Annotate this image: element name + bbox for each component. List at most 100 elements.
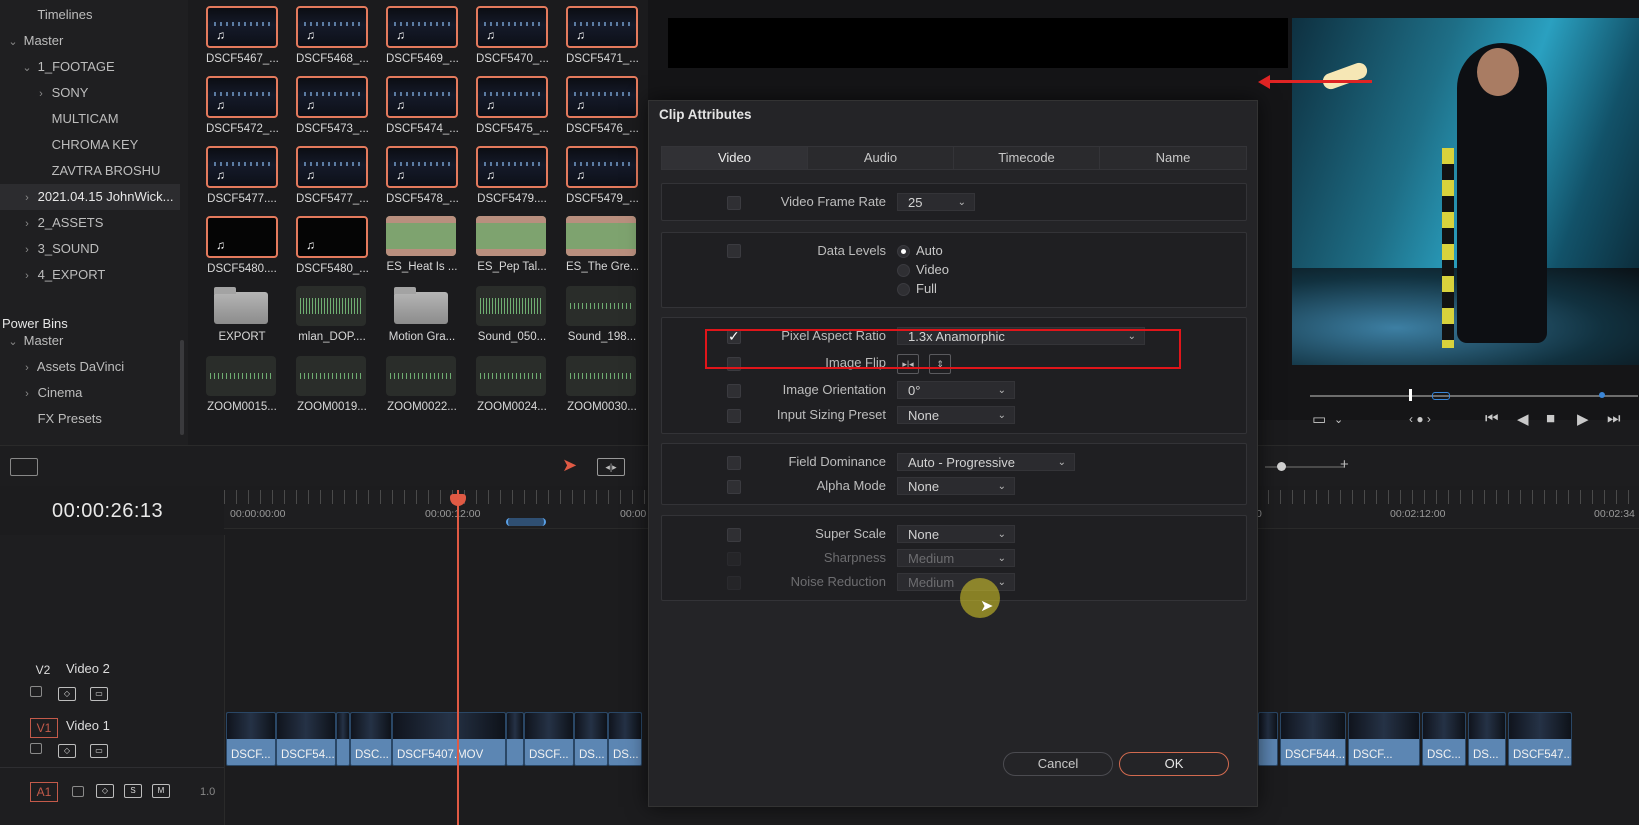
bin-item[interactable]: › 4_EXPORT	[0, 262, 180, 288]
scrub-playhead[interactable]	[1409, 389, 1412, 401]
super-scale-dropdown[interactable]: None ⌄	[897, 525, 1015, 543]
media-pool-clip[interactable]: ♫ DSCF5467_...	[206, 6, 278, 65]
zoom-in-icon[interactable]: +	[1340, 456, 1349, 473]
timeline-clip[interactable]: DS...	[608, 712, 642, 766]
auto-select-icon[interactable]: ◇	[58, 687, 76, 701]
track-a1-tag[interactable]: A1	[30, 782, 58, 802]
tab-audio[interactable]: Audio	[808, 147, 954, 169]
skip-to-start-icon[interactable]: ⏮	[1485, 410, 1499, 427]
timeline-clip[interactable]: DSC...	[350, 712, 392, 766]
media-pool-clip[interactable]: ES_Pep Tal...	[476, 216, 548, 273]
lock-icon[interactable]	[72, 786, 84, 797]
media-pool-clip[interactable]: ES_The Gre...	[566, 216, 638, 273]
range-marker[interactable]	[506, 518, 546, 526]
bin-item[interactable]: MULTICAM	[0, 106, 180, 132]
media-pool-clip[interactable]: ZOOM0030...	[566, 356, 638, 413]
bin-tree-scrollbar[interactable]	[180, 340, 184, 435]
frame-rate-dropdown[interactable]: 25 ⌄	[897, 193, 975, 211]
disable-track-icon[interactable]: ▭	[90, 744, 108, 758]
bin-item[interactable]: › 2021.04.15 JohnWick...	[0, 184, 180, 210]
media-pool-clip[interactable]: ♫ DSCF5468_...	[296, 6, 368, 65]
track-v1-name[interactable]: Video 1	[66, 718, 110, 733]
chevron-down-icon[interactable]: ⌄	[1334, 413, 1343, 426]
chevron-down-icon[interactable]: ⌄	[6, 329, 20, 355]
chevron-right-icon[interactable]: ›	[20, 381, 34, 407]
bin-item[interactable]: ⌄ Master	[0, 328, 180, 354]
zoom-slider-handle[interactable]	[1277, 462, 1286, 471]
disable-track-icon[interactable]: ▭	[90, 687, 108, 701]
timeline-clip[interactable]: DS...	[574, 712, 608, 766]
transform-icon[interactable]: ▭	[1312, 410, 1326, 428]
timeline-clip[interactable]: DSCF...	[226, 712, 276, 766]
timeline-clip[interactable]: DS...	[1468, 712, 1506, 766]
media-pool-clip[interactable]: ZOOM0019...	[296, 356, 368, 413]
media-pool-clip[interactable]: Sound_198...	[566, 286, 638, 343]
chevron-down-icon[interactable]: ⌄	[6, 29, 20, 55]
media-pool-clip[interactable]: ♫ DSCF5477_...	[296, 146, 368, 205]
tab-video[interactable]: Video	[662, 147, 808, 169]
out-marker[interactable]	[1599, 392, 1605, 398]
timeline-clip[interactable]: DSCF54...	[276, 712, 336, 766]
bin-item[interactable]: ⌄ Master	[0, 28, 180, 54]
media-pool-clip[interactable]: ♫ DSCF5479_...	[566, 146, 638, 205]
auto-select-icon[interactable]: ◇	[96, 784, 114, 798]
solo-button[interactable]: S	[124, 784, 142, 798]
media-pool-clip[interactable]: ZOOM0024...	[476, 356, 548, 413]
media-pool-clip[interactable]: ♫ DSCF5477....	[206, 146, 278, 205]
skip-to-end-icon[interactable]: ⏭	[1607, 410, 1621, 427]
media-pool-clip[interactable]: ♫ DSCF5472_...	[206, 76, 278, 135]
ok-button[interactable]: OK	[1119, 752, 1229, 776]
playhead[interactable]	[457, 490, 459, 825]
selection-pointer-icon[interactable]: ➤	[562, 455, 577, 476]
chevron-right-icon[interactable]: ›	[20, 237, 34, 263]
nav-prev-next-icon[interactable]: ‹ ● ›	[1409, 412, 1431, 426]
timeline-clip[interactable]: DSCF547...	[1508, 712, 1572, 766]
bin-item[interactable]: › SONY	[0, 80, 180, 106]
track-v2-name[interactable]: Video 2	[66, 661, 110, 676]
chevron-right-icon[interactable]: ›	[20, 211, 34, 237]
bin-item[interactable]: › Assets DaVinci	[0, 354, 180, 380]
bin-item[interactable]: › Cinema	[0, 380, 180, 406]
timeline-clip[interactable]	[1258, 712, 1278, 766]
timeline-clip[interactable]: DSCF5407.MOV	[392, 712, 506, 766]
media-pool-clip[interactable]: ♫ DSCF5478_...	[386, 146, 458, 205]
timeline-clip[interactable]: DSCF...	[524, 712, 574, 766]
bin-item[interactable]: CHROMA KEY	[0, 132, 180, 158]
in-out-range[interactable]	[1432, 392, 1450, 400]
data-levels-full-radio[interactable]	[897, 283, 910, 296]
media-pool-clip[interactable]: ♫ DSCF5475_...	[476, 76, 548, 135]
media-pool-clip[interactable]: Sound_050...	[476, 286, 548, 343]
track-v2-tag[interactable]: V2	[30, 661, 56, 679]
media-pool-clip[interactable]: ♫ DSCF5470_...	[476, 6, 548, 65]
cancel-button[interactable]: Cancel	[1003, 752, 1113, 776]
chevron-right-icon[interactable]: ›	[20, 355, 34, 381]
media-pool-clip[interactable]: EXPORT	[206, 286, 278, 343]
timeline-clip[interactable]: DSCF544...	[1280, 712, 1346, 766]
media-pool-clip[interactable]: ♫ DSCF5469_...	[386, 6, 458, 65]
play-icon[interactable]: ▶	[1577, 410, 1589, 428]
media-pool-clip[interactable]: ZOOM0015...	[206, 356, 278, 413]
auto-select-icon[interactable]: ◇	[58, 744, 76, 758]
timeline-view-icon[interactable]	[10, 458, 38, 476]
timeline-clip[interactable]: DSC...	[1422, 712, 1466, 766]
bin-item[interactable]: › 2_ASSETS	[0, 210, 180, 236]
tab-name[interactable]: Name	[1100, 147, 1246, 169]
bin-item[interactable]: ⌄ 1_FOOTAGE	[0, 54, 180, 80]
field-dominance-dropdown[interactable]: Auto - Progressive ⌄	[897, 453, 1075, 471]
image-orientation-dropdown[interactable]: 0° ⌄	[897, 381, 1015, 399]
bin-item[interactable]: › 3_SOUND	[0, 236, 180, 262]
media-pool-clip[interactable]: ♫ DSCF5473_...	[296, 76, 368, 135]
bin-item[interactable]: Timelines	[0, 2, 180, 28]
media-pool-clip[interactable]: mlan_DOP....	[296, 286, 368, 343]
media-pool-clip[interactable]: ♫ DSCF5480....	[206, 216, 278, 275]
timeline-clip[interactable]	[506, 712, 524, 766]
chevron-right-icon[interactable]: ›	[34, 81, 48, 107]
chevron-right-icon[interactable]: ›	[20, 185, 34, 211]
input-sizing-dropdown[interactable]: None ⌄	[897, 406, 1015, 424]
media-pool-clip[interactable]: ♫ DSCF5476_...	[566, 76, 638, 135]
bin-item[interactable]: ZAVTRA BROSHU	[0, 158, 180, 184]
media-pool-clip[interactable]: ♫ DSCF5479....	[476, 146, 548, 205]
data-levels-video-radio[interactable]	[897, 264, 910, 277]
timeline-clip[interactable]	[336, 712, 350, 766]
alpha-mode-dropdown[interactable]: None ⌄	[897, 477, 1015, 495]
